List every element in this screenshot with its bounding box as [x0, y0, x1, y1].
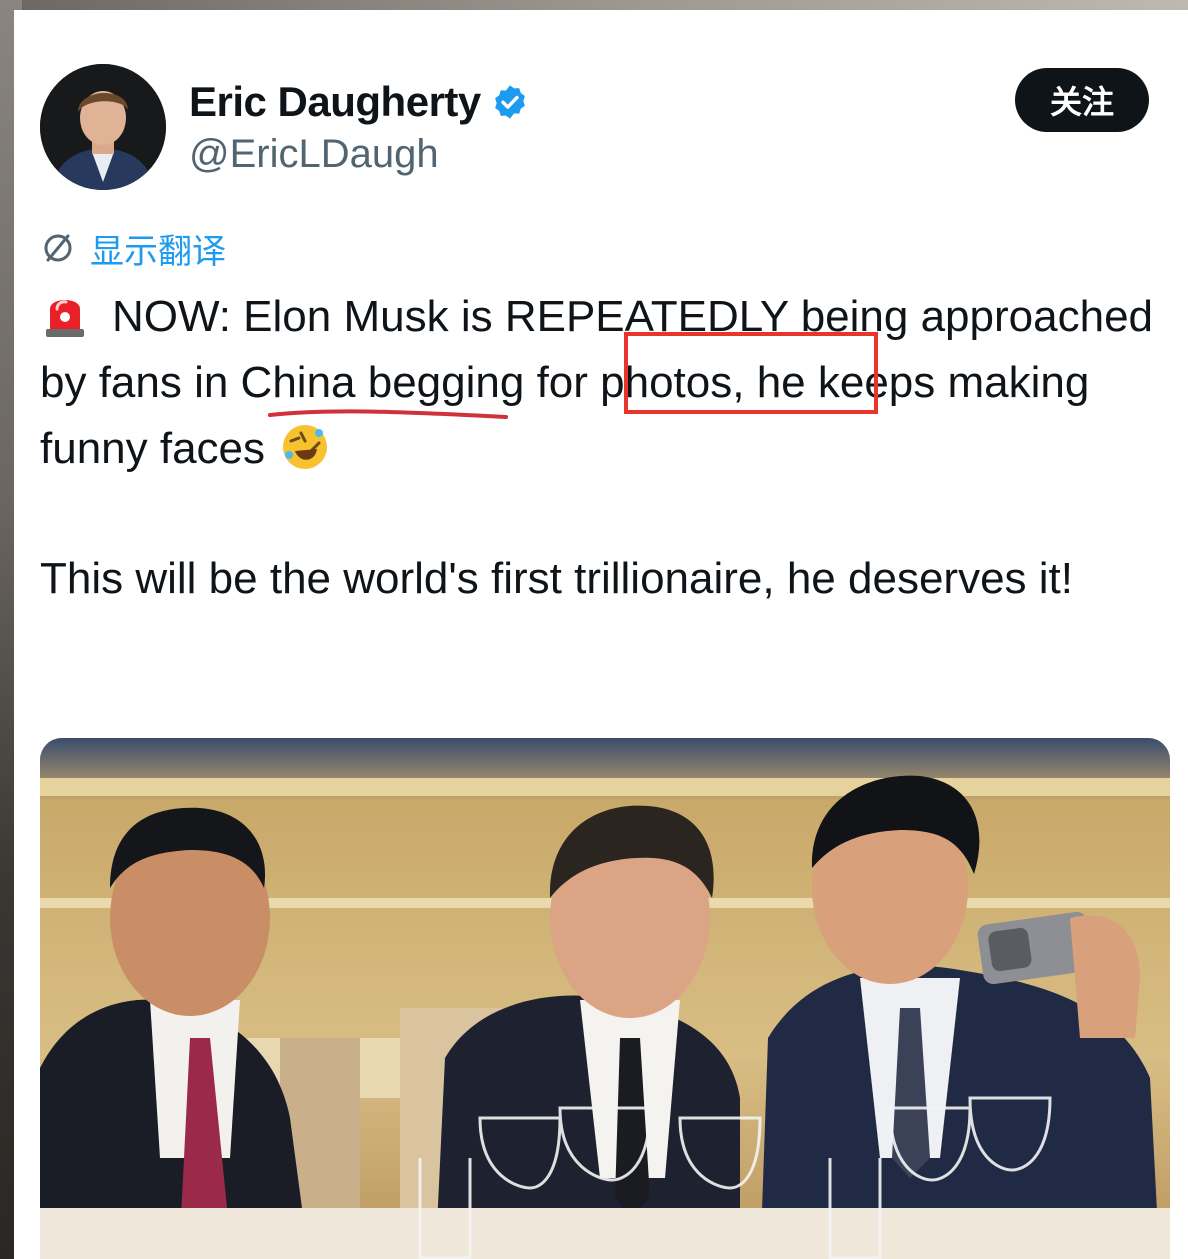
avatar[interactable] — [40, 64, 166, 190]
tweet-card: Eric Daugherty @EricLDaugh 关注 显示翻译 NOW: … — [14, 10, 1188, 1259]
red-underline-annotation — [268, 409, 508, 419]
tweet-paragraph-1-text: NOW: Elon Musk is REPEATEDLY being appro… — [40, 292, 1154, 473]
tweet-photo[interactable] — [40, 738, 1170, 1259]
red-highlight-box-annotation — [624, 332, 878, 414]
siren-emoji — [46, 300, 84, 337]
author-row: Eric Daugherty — [189, 76, 529, 128]
verified-badge-icon — [491, 83, 529, 121]
follow-button[interactable]: 关注 — [1015, 68, 1149, 132]
background-top — [0, 0, 1188, 10]
display-name[interactable]: Eric Daugherty — [189, 78, 481, 126]
translate-icon — [44, 234, 72, 262]
tweet-text: NOW: Elon Musk is REPEATEDLY being appro… — [40, 284, 1170, 612]
translate-row[interactable]: 显示翻译 — [40, 224, 226, 272]
tweet-paragraph-2: This will be the world's first trilliona… — [40, 554, 1073, 603]
author-handle[interactable]: @EricLDaugh — [189, 132, 439, 177]
rolling-on-floor-laughing-emoji — [283, 425, 328, 469]
show-translation-link[interactable]: 显示翻译 — [90, 224, 226, 273]
tweet-paragraph-1: NOW: Elon Musk is REPEATEDLY being appro… — [40, 284, 1170, 482]
